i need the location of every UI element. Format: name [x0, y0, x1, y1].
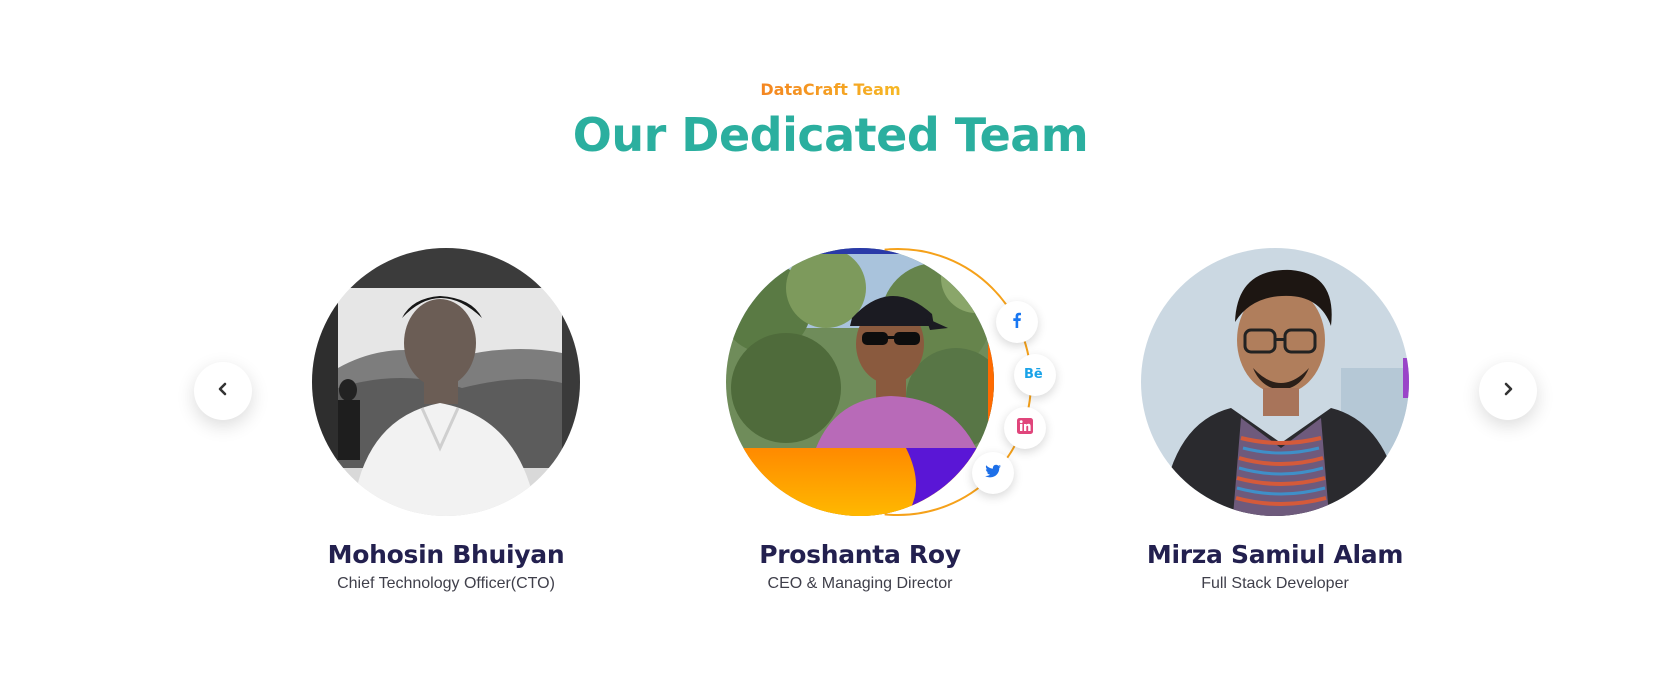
member-role: Full Stack Developer	[1201, 575, 1349, 592]
member-photo	[1141, 248, 1409, 516]
member-name: Mohosin Bhuiyan	[327, 540, 565, 569]
linkedin-icon	[1016, 417, 1034, 440]
member-name: Proshanta Roy	[759, 540, 961, 569]
team-card-active[interactable]: Bē Proshanta Roy CEO & Managing Director	[680, 248, 1056, 593]
linkedin-link[interactable]	[1004, 407, 1046, 449]
facebook-link[interactable]	[996, 301, 1038, 343]
carousel-prev-button[interactable]	[194, 362, 252, 420]
member-role: CEO & Managing Director	[767, 575, 953, 592]
member-role: Chief Technology Officer(CTO)	[337, 575, 555, 592]
twitter-icon	[984, 462, 1002, 485]
behance-icon: Bē	[1024, 366, 1046, 385]
member-name: Mirza Samiul Alam	[1146, 540, 1404, 569]
facebook-icon	[1008, 311, 1026, 334]
team-card[interactable]: Mirza Samiul Alam Full Stack Developer	[1095, 248, 1455, 593]
team-card[interactable]: Mohosin Bhuiyan Chief Technology Officer…	[266, 248, 626, 593]
svg-text:Bē: Bē	[1024, 367, 1043, 380]
chevron-left-icon	[216, 382, 230, 401]
member-photo	[312, 248, 580, 516]
twitter-link[interactable]	[972, 452, 1014, 494]
section-eyebrow: DataCraft Team	[731, 80, 931, 99]
carousel-next-button[interactable]	[1479, 362, 1537, 420]
section-heading: Our Dedicated Team	[572, 108, 1089, 162]
member-photo	[726, 248, 994, 516]
behance-link[interactable]: Bē	[1014, 354, 1056, 396]
team-section: DataCraft Team Our Dedicated Team Mohosi…	[0, 0, 1661, 684]
chevron-right-icon	[1501, 382, 1515, 401]
